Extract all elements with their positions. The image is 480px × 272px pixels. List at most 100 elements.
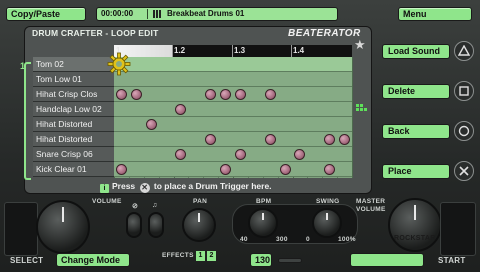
ruler-label: 1.2 [174,46,186,55]
track-name-row[interactable]: Tom Low 01 [33,72,114,87]
drum-trigger[interactable] [131,89,142,100]
left-slot [4,202,38,256]
volume-label: VOLUME [92,198,122,205]
divider [147,9,148,19]
headphones-icon: ♫ [152,202,158,209]
load-sound-button[interactable]: Load Sound [382,44,450,59]
grid-row[interactable] [114,162,352,177]
track-name-row[interactable]: Snare Crisp 06 [33,147,114,162]
master-label: MASTER [356,198,386,205]
grid-line [352,57,353,178]
track-name-row[interactable]: Hihat Crisp Clos [33,87,114,102]
drum-trigger[interactable] [220,89,231,100]
pattern-icon [153,10,161,18]
cross-button-icon[interactable] [454,161,474,181]
drum-trigger[interactable] [116,89,127,100]
drum-trigger[interactable] [205,134,216,145]
hint-bar: i Press ✕ to place a Drum Trigger here. [100,180,340,193]
drum-trigger[interactable] [116,164,127,175]
right-slot [440,202,476,256]
grid-row[interactable] [114,87,352,102]
swing-scale-min: 0 [306,236,310,243]
drum-trigger[interactable] [220,164,231,175]
track-name-row[interactable]: Handclap Low 02 [33,102,114,117]
hint-text: to place a Drum Trigger here. [153,181,272,191]
volume-knob[interactable] [36,200,90,254]
bpm-knob[interactable] [248,208,278,238]
drum-trigger[interactable] [339,134,350,145]
effect-1-button[interactable]: 1 [196,251,205,261]
cross-button-icon: ✕ [139,183,150,193]
grid-row[interactable] [114,72,352,87]
info-icon: i [100,184,109,193]
change-mode-button[interactable]: Change Mode [56,253,130,267]
pan-knob[interactable] [182,208,216,242]
place-button[interactable]: Place [382,164,450,179]
master-volume-knob[interactable] [388,198,442,252]
menu-button[interactable]: Menu [398,7,472,21]
grid-row[interactable] [114,102,352,117]
status-bar [350,253,424,267]
drum-trigger[interactable] [175,149,186,160]
drum-trigger[interactable] [324,164,335,175]
swing-knob[interactable] [312,208,342,238]
swing-label: SWING [316,198,340,205]
track-name-row[interactable]: Hihat Distorted [33,117,114,132]
hint-press: Press [112,181,136,191]
panel-title: DRUM CRAFTER - LOOP EDIT [32,28,159,38]
timeline-ruler[interactable]: 1 1.2 1.3 1.4 [114,45,352,57]
drum-trigger[interactable] [294,149,305,160]
track-name-list: Tom 02 Tom Low 01 Hihat Crisp Clos Handclap… [33,57,114,178]
brand-logo: BEATERATOR [288,28,361,39]
mute-icon: ⊘ [132,203,139,210]
ruler-tick [172,45,173,57]
step-grid[interactable] [114,57,353,178]
bpm-bar [278,258,302,263]
bpm-scale-min: 40 [240,236,248,243]
song-name: Breakbeat Drums 01 [167,9,245,18]
circle-button-icon[interactable] [454,121,474,141]
drum-trigger[interactable] [265,134,276,145]
ruler-label: 1.3 [234,46,246,55]
master-volume-label: VOLUME [356,206,386,213]
start-label: START [438,256,466,265]
grid-row[interactable] [114,132,352,147]
grid-row[interactable] [114,147,352,162]
drum-trigger[interactable] [235,149,246,160]
drum-trigger[interactable] [324,134,335,145]
square-button-icon[interactable] [454,81,474,101]
ruler-tick [291,45,292,57]
favorite-star-icon[interactable]: ★ [354,38,366,51]
drum-trigger[interactable] [265,89,276,100]
ruler-label: 1.4 [293,46,305,55]
track-name-row[interactable]: Hihat Distorted [33,132,114,147]
track-name-row[interactable]: Kick Clear 01 [33,162,114,177]
drum-trigger[interactable] [175,104,186,115]
mute-toggle[interactable] [126,212,142,238]
mixer-panel: VOLUME ⊘ ♫ PAN EFFECTS 1 2 BPM 40 300 SW… [0,194,480,272]
back-button[interactable]: Back [382,124,450,139]
bpm-value: 130 [250,253,272,267]
drum-trigger[interactable] [146,119,157,130]
triangle-button-icon[interactable] [454,41,474,61]
time-display: 00:00:00 [101,9,134,18]
track-bracket [24,62,31,180]
pan-label: PAN [193,198,208,205]
bpm-scale-max: 300 [276,236,288,243]
beaterator-screen: Copy/Paste 00:00:00 Breakbeat Drums 01 M… [0,0,480,272]
song-status-bar: 00:00:00 Breakbeat Drums 01 [96,7,338,21]
effect-2-button[interactable]: 2 [207,251,216,261]
grid-row[interactable] [114,57,352,72]
activity-indicator-icon [356,104,367,112]
bpm-label: BPM [256,198,272,205]
drum-trigger[interactable] [280,164,291,175]
gear-cursor-icon [107,52,131,76]
drum-trigger[interactable] [235,89,246,100]
rockstar-logo: ROCKSTAR [394,235,436,242]
track-name-row[interactable]: Tom 02 [33,57,114,72]
delete-button[interactable]: Delete [382,84,450,99]
copy-paste-button[interactable]: Copy/Paste [6,7,86,21]
drum-trigger[interactable] [205,89,216,100]
solo-toggle[interactable] [148,212,164,238]
swing-scale-max: 100% [338,236,356,243]
